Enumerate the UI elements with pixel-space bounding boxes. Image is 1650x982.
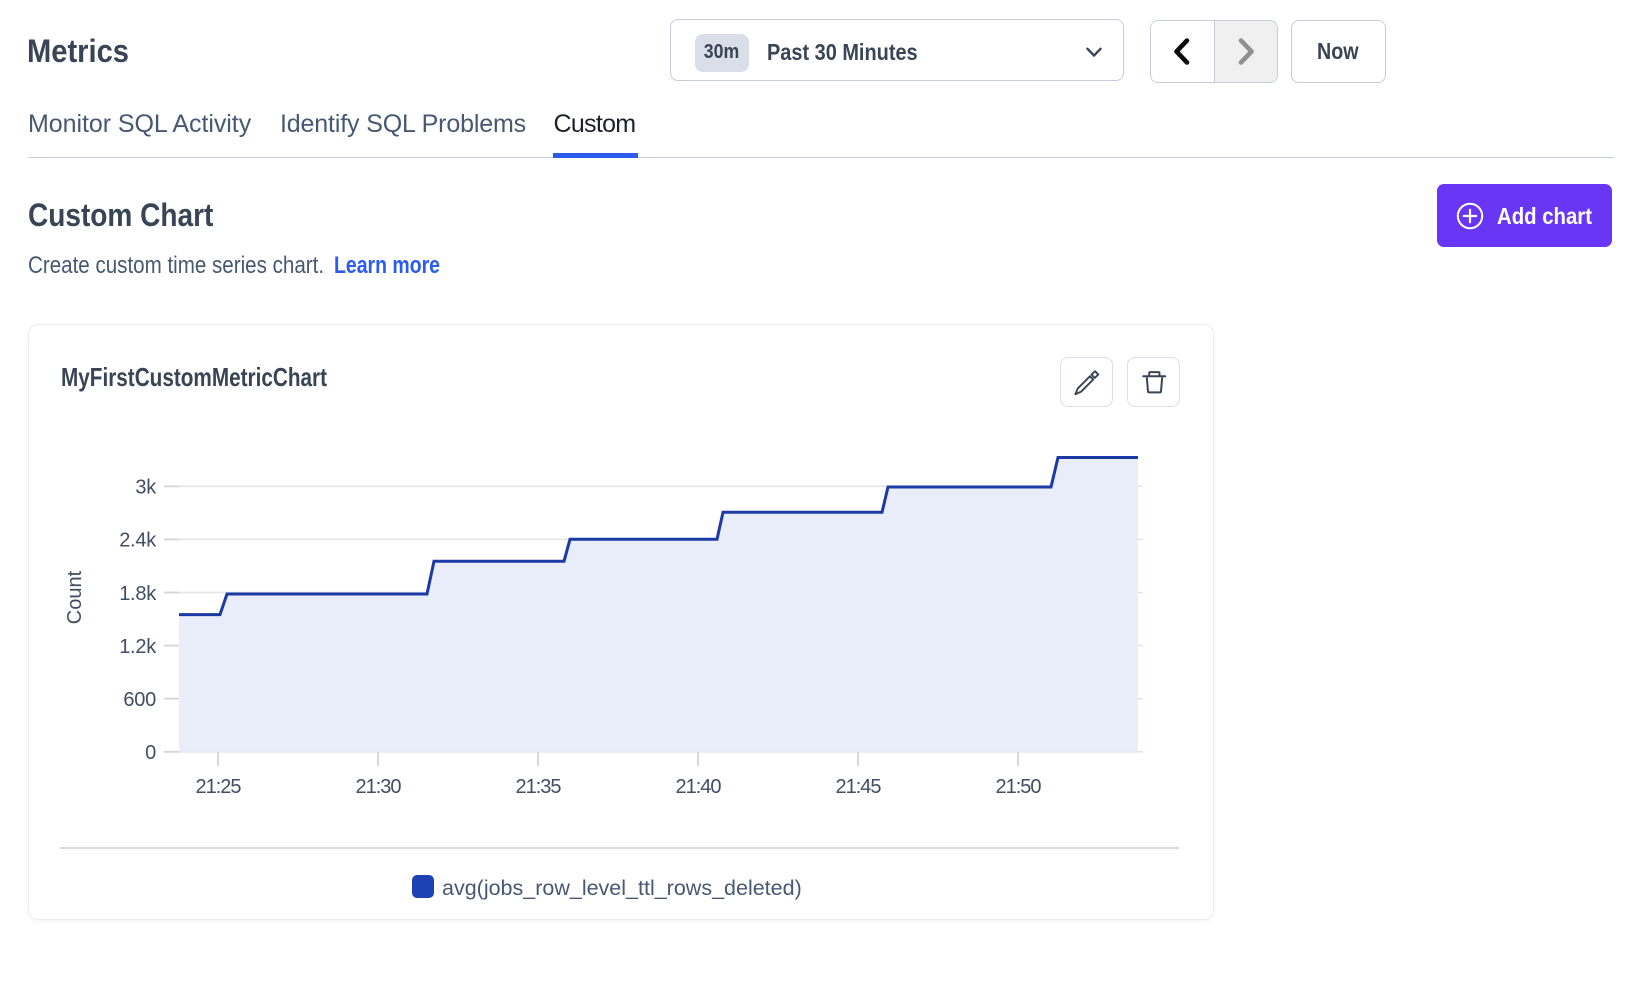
svg-text:21:35: 21:35 xyxy=(515,776,561,798)
svg-text:21:50: 21:50 xyxy=(995,776,1041,798)
svg-text:21:25: 21:25 xyxy=(195,776,241,798)
svg-text:2.4k: 2.4k xyxy=(119,530,157,552)
svg-text:600: 600 xyxy=(123,689,156,711)
svg-text:0: 0 xyxy=(145,742,156,764)
svg-text:Count: Count xyxy=(64,570,86,624)
svg-text:21:30: 21:30 xyxy=(355,776,401,798)
svg-text:1.8k: 1.8k xyxy=(119,583,157,605)
svg-text:21:45: 21:45 xyxy=(835,776,881,798)
svg-text:21:40: 21:40 xyxy=(675,776,721,798)
svg-text:3k: 3k xyxy=(135,477,157,499)
svg-text:1.2k: 1.2k xyxy=(119,636,157,658)
